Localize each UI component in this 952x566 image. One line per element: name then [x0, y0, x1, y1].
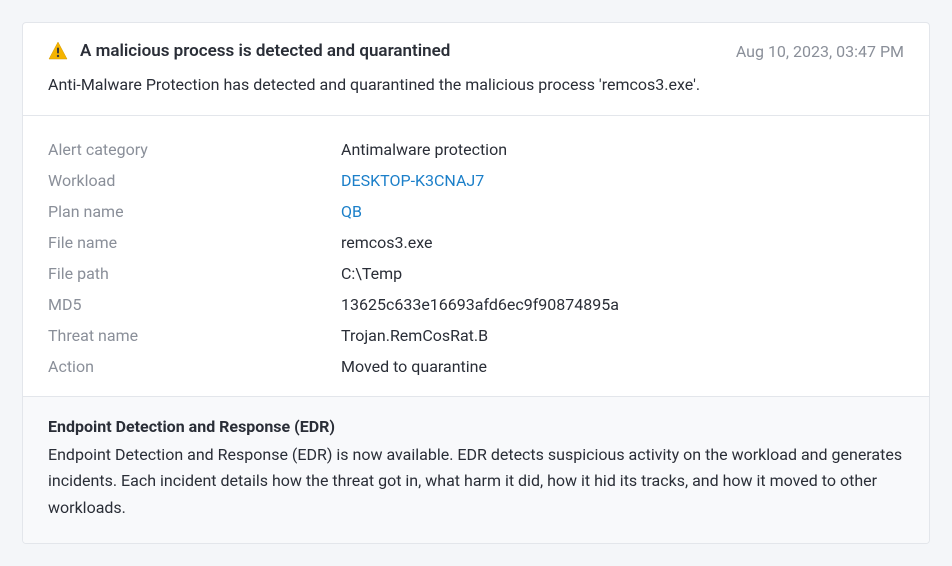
detail-row: File nameremcos3.exe: [48, 227, 904, 258]
detail-value-link[interactable]: QB: [341, 202, 362, 221]
detail-value: C:\Temp: [341, 264, 402, 283]
detail-label: Threat name: [48, 326, 341, 345]
detail-label: MD5: [48, 295, 341, 314]
detail-row: ActionMoved to quarantine: [48, 351, 904, 382]
warning-icon: [48, 41, 68, 61]
detail-row: Threat nameTrojan.RemCosRat.B: [48, 320, 904, 351]
edr-title: Endpoint Detection and Response (EDR): [48, 417, 904, 436]
detail-value: Antimalware protection: [341, 140, 507, 159]
edr-section: Endpoint Detection and Response (EDR) En…: [23, 396, 929, 543]
detail-row: Plan nameQB: [48, 196, 904, 227]
detail-row: MD513625c633e16693afd6ec9f90874895a: [48, 289, 904, 320]
alert-header-top: A malicious process is detected and quar…: [48, 41, 904, 61]
detail-value: remcos3.exe: [341, 233, 433, 252]
alert-description: Anti-Malware Protection has detected and…: [48, 73, 904, 97]
edr-text: Endpoint Detection and Response (EDR) is…: [48, 442, 904, 521]
detail-value-link[interactable]: DESKTOP-K3CNAJ7: [341, 171, 484, 190]
detail-label: File name: [48, 233, 341, 252]
detail-label: Plan name: [48, 202, 341, 221]
detail-row: WorkloadDESKTOP-K3CNAJ7: [48, 165, 904, 196]
detail-value: 13625c633e16693afd6ec9f90874895a: [341, 295, 619, 314]
detail-value: Moved to quarantine: [341, 357, 487, 376]
alert-timestamp: Aug 10, 2023, 03:47 PM: [736, 42, 904, 61]
alert-title: A malicious process is detected and quar…: [80, 41, 450, 61]
detail-row: File pathC:\Temp: [48, 258, 904, 289]
alert-header-left: A malicious process is detected and quar…: [48, 41, 450, 61]
alert-details: Alert categoryAntimalware protectionWork…: [23, 116, 929, 396]
detail-label: Workload: [48, 171, 341, 190]
detail-label: File path: [48, 264, 341, 283]
detail-label: Action: [48, 357, 341, 376]
detail-label: Alert category: [48, 140, 341, 159]
alert-header: A malicious process is detected and quar…: [23, 23, 929, 116]
detail-row: Alert categoryAntimalware protection: [48, 134, 904, 165]
alert-card: A malicious process is detected and quar…: [22, 22, 930, 544]
detail-value: Trojan.RemCosRat.B: [341, 326, 488, 345]
